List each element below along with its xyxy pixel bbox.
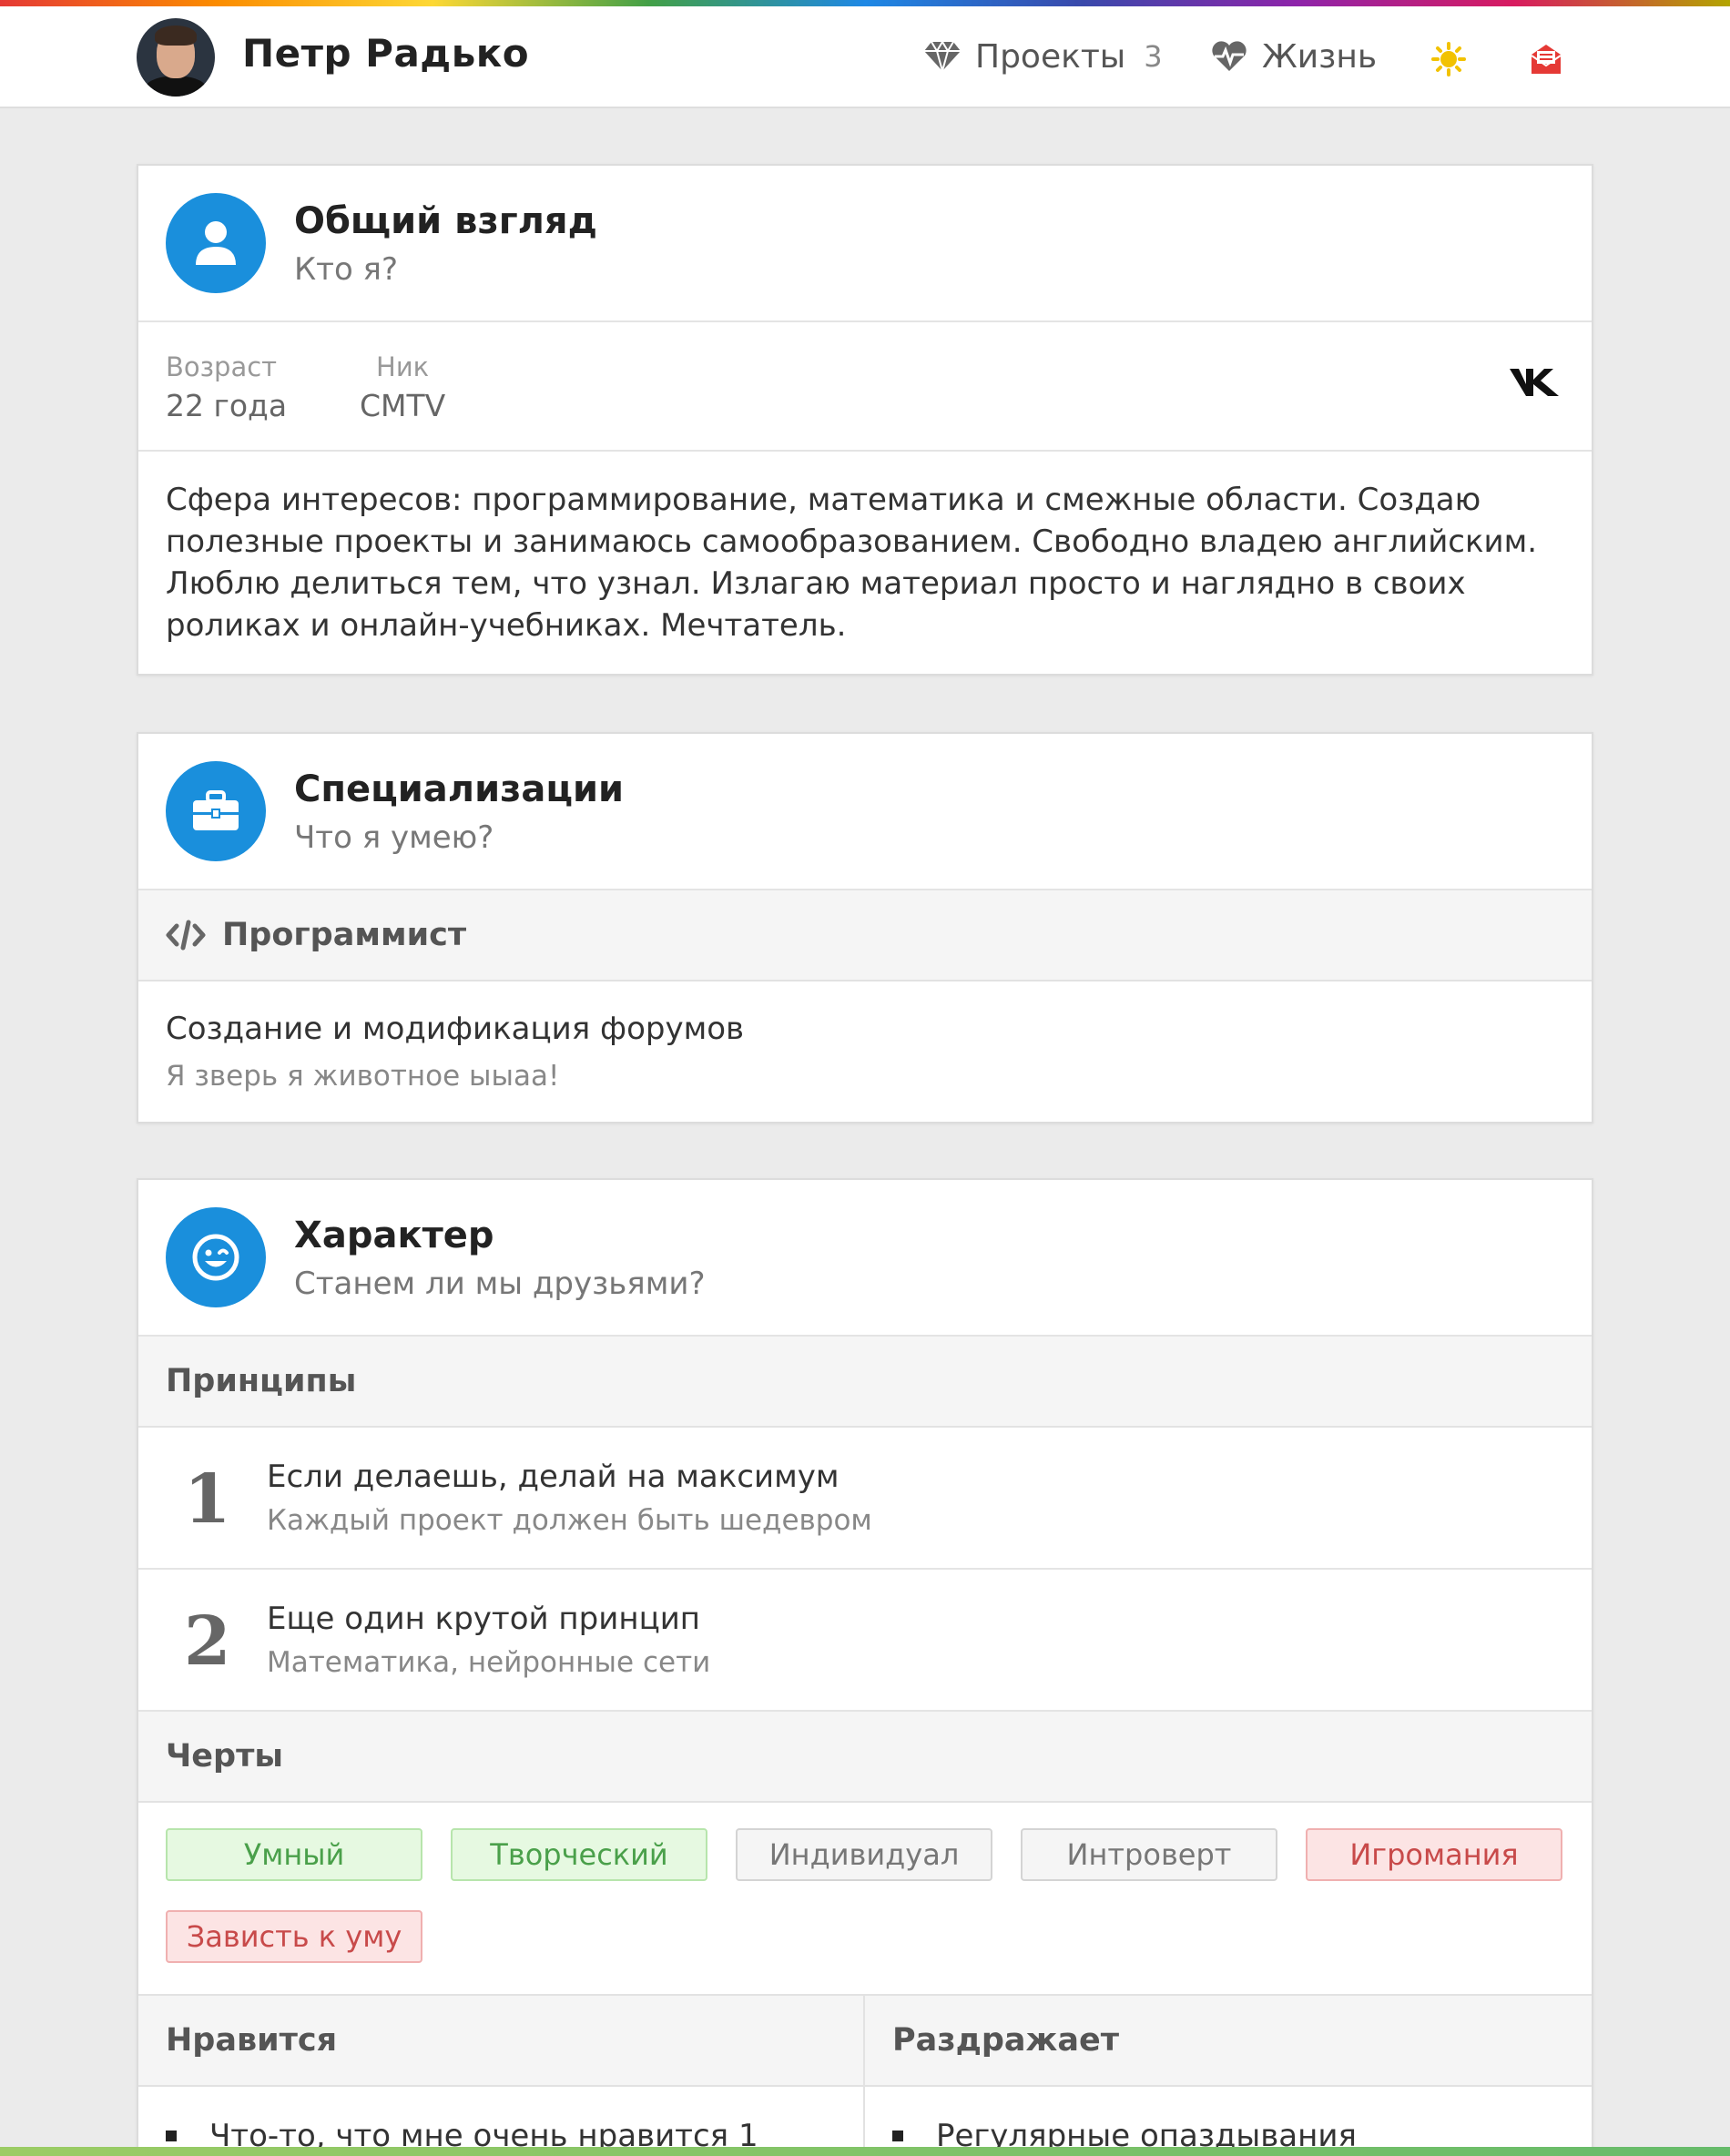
nav-projects[interactable]: Проекты 3 [924,34,1163,79]
nav-life-label: Жизнь [1262,37,1378,76]
spec-item: Создание и модификация форумов Я зверь я… [138,981,1592,1120]
bottom-strip [0,2147,1730,2156]
overview-meta: Возраст 22 года Ник CMTV [138,322,1592,452]
traits-label: Черты [166,1738,284,1775]
specializations-card: Специализации Что я умею? Программист Со… [137,732,1593,1124]
top-color-strip [0,0,1730,6]
nav-projects-label: Проекты [975,37,1126,76]
age-label: Возраст [166,351,278,382]
principle-number: 1 [184,1460,231,1539]
likes-dislikes: Нравится Что-то, что мне очень нравится … [138,1996,1592,2156]
principle-title: Если делаешь, делай на максимум [267,1459,840,1495]
age-value: 22 года [166,388,288,423]
nick-label: Ник [376,351,430,382]
principle-item: 2 Еще один крутой принцип Математика, не… [138,1570,1592,1712]
principles-label: Принципы [166,1363,357,1399]
card-title: Общий взгляд [294,200,597,242]
traits-list: Умный Творческий Индивидуал Интроверт Иг… [138,1803,1592,1996]
trait-badge: Творческий [451,1828,707,1881]
nav-life[interactable]: Жизнь [1211,34,1377,79]
trait-badge: Игромания [1306,1828,1562,1881]
character-header: Характер Станем ли мы друзьями? [138,1180,1592,1337]
dislikes-list: Регулярные опаздывания [865,2087,1592,2154]
overview-card: Общий взгляд Кто я? Возраст 22 года Ник … [137,164,1593,676]
nav-projects-count: 3 [1144,39,1163,74]
spec-desc: Я зверь я животное ыыаа! [166,1060,560,1093]
user-icon [166,193,266,293]
card-subtitle: Станем ли мы друзьями? [294,1266,706,1302]
programmer-section: Программист [138,890,1592,981]
about-text: Сфера интересов: программирование, матем… [166,482,1538,644]
card-title: Специализации [294,768,625,810]
card-subtitle: Что я умею? [294,819,494,856]
sun-icon[interactable] [1430,41,1467,77]
principle-desc: Математика, нейронные сети [267,1646,711,1679]
specializations-header: Специализации Что я умею? [138,734,1592,890]
likes-column: Нравится Что-то, что мне очень нравится … [138,1996,865,2156]
traits-section: Черты [138,1712,1592,1803]
nick-info: Ник CMTV [360,351,445,423]
user-name[interactable]: Петр Радько [242,31,529,76]
principle-desc: Каждый проект должен быть шедевром [267,1504,872,1537]
smile-wink-icon [166,1207,266,1307]
heartbeat-icon [1211,38,1247,75]
trait-badge: Умный [166,1828,422,1881]
mail-open-icon[interactable] [1528,41,1564,77]
code-icon [166,920,206,951]
trait-badge: Индивидуал [736,1828,992,1881]
top-navbar: Петр Радько Проекты 3 Жизнь [0,6,1730,108]
likes-label: Нравится [138,1996,863,2087]
character-card: Характер Станем ли мы друзьями? Принципы… [137,1178,1593,2156]
briefcase-icon [166,761,266,861]
trait-badge: Зависть к уму [166,1910,422,1963]
avatar[interactable] [137,18,215,97]
dislikes-label: Раздражает [865,1996,1592,2087]
programmer-label: Программист [222,917,467,953]
dislikes-column: Раздражает Регулярные опаздывания [865,1996,1592,2156]
trait-badge: Интроверт [1021,1828,1277,1881]
vk-icon[interactable] [1510,366,1561,401]
principle-title: Еще один крутой принцип [267,1601,701,1637]
overview-header: Общий взгляд Кто я? [138,166,1592,322]
principle-number: 2 [184,1602,231,1681]
spec-title: Создание и модификация форумов [166,1011,745,1047]
age-info: Возраст 22 года [166,351,287,423]
principles-section: Принципы [138,1337,1592,1428]
card-title: Характер [294,1215,494,1256]
likes-list: Что-то, что мне очень нравится 1 [138,2087,863,2154]
principle-item: 1 Если делаешь, делай на максимум Каждый… [138,1428,1592,1570]
card-subtitle: Кто я? [294,251,399,288]
gem-icon [924,38,961,75]
nick-value: CMTV [360,388,446,423]
